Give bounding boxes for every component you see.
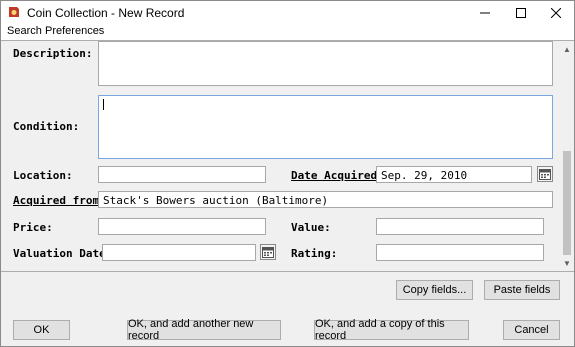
minimize-icon bbox=[480, 12, 490, 13]
price-label: Price: bbox=[13, 221, 53, 234]
close-button[interactable] bbox=[539, 1, 573, 24]
location-label: Location: bbox=[13, 169, 73, 182]
scroll-down-arrow-icon[interactable]: ▼ bbox=[563, 259, 571, 268]
description-field[interactable] bbox=[98, 41, 553, 86]
window-title: Coin Collection - New Record bbox=[27, 6, 185, 20]
ok-add-copy-button[interactable]: OK, and add a copy of this record bbox=[314, 318, 469, 342]
maximize-icon bbox=[516, 7, 526, 18]
condition-label: Condition: bbox=[13, 120, 80, 133]
record-window: Coin Collection - New Record Search Pref… bbox=[0, 0, 575, 347]
date-acquired-label[interactable]: Date Acquired: bbox=[291, 169, 384, 182]
ok-button[interactable]: OK bbox=[13, 320, 70, 340]
menu-search[interactable]: Search bbox=[7, 25, 42, 37]
scroll-thumb[interactable] bbox=[563, 151, 571, 255]
maximize-button[interactable] bbox=[504, 1, 538, 24]
text-caret bbox=[103, 99, 104, 110]
ok-add-new-button[interactable]: OK, and add another new record bbox=[127, 318, 281, 342]
paste-fields-button[interactable]: Paste fields bbox=[484, 280, 560, 300]
title-bar: Coin Collection - New Record bbox=[1, 1, 574, 24]
record-form: Description: Condition: Location: Date A… bbox=[1, 40, 574, 272]
calendar-icon bbox=[262, 247, 274, 258]
copy-fields-button[interactable]: Copy fields... bbox=[396, 280, 473, 300]
value-field[interactable] bbox=[376, 218, 544, 235]
valuation-date-field[interactable] bbox=[102, 244, 256, 261]
coin-app-icon bbox=[8, 6, 20, 18]
rating-label: Rating: bbox=[291, 247, 338, 260]
price-field[interactable] bbox=[98, 218, 266, 235]
close-icon bbox=[551, 7, 561, 18]
rating-field[interactable] bbox=[376, 244, 544, 261]
valuation-date-calendar-button[interactable] bbox=[260, 244, 276, 260]
acquired-from-label[interactable]: Acquired from: bbox=[13, 194, 106, 207]
value-label: Value: bbox=[291, 221, 331, 234]
condition-field[interactable] bbox=[98, 95, 553, 159]
description-label: Description: bbox=[13, 47, 93, 60]
minimize-button[interactable] bbox=[468, 1, 502, 24]
menu-preferences[interactable]: Preferences bbox=[45, 25, 104, 37]
cancel-button[interactable]: Cancel bbox=[503, 320, 560, 340]
form-scrollbar[interactable]: ▲ ▼ bbox=[560, 41, 574, 271]
valuation-date-label: Valuation Date: bbox=[13, 247, 113, 260]
date-acquired-field[interactable]: Sep. 29, 2010 bbox=[376, 166, 532, 183]
scroll-up-arrow-icon[interactable]: ▲ bbox=[563, 45, 571, 54]
menu-bar: Search Preferences bbox=[1, 24, 574, 40]
date-acquired-calendar-button[interactable] bbox=[537, 166, 553, 182]
calendar-icon bbox=[539, 169, 551, 180]
acquired-from-field[interactable]: Stack's Bowers auction (Baltimore) bbox=[98, 191, 553, 208]
location-field[interactable] bbox=[98, 166, 266, 183]
